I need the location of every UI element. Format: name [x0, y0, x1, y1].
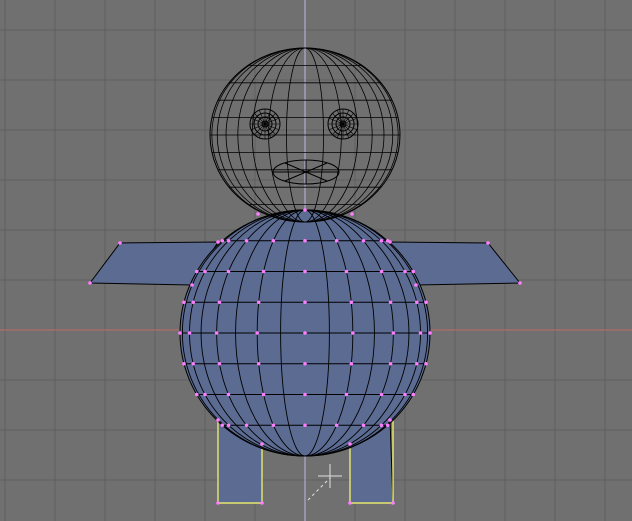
vertex[interactable] — [418, 331, 423, 335]
vertex[interactable] — [385, 423, 390, 428]
vertex[interactable] — [260, 501, 264, 505]
3d-cursor-icon[interactable] — [307, 464, 342, 501]
vertex[interactable] — [379, 238, 384, 243]
vertex[interactable] — [191, 300, 195, 305]
vertex[interactable] — [203, 269, 207, 274]
vertex[interactable] — [391, 331, 396, 335]
vertex[interactable] — [244, 238, 249, 243]
vertex[interactable] — [255, 331, 259, 335]
vertex[interactable] — [220, 238, 225, 243]
vertex[interactable] — [414, 283, 418, 287]
vertex[interactable] — [187, 331, 192, 335]
vertex[interactable] — [388, 418, 392, 422]
vertex[interactable] — [361, 238, 366, 243]
vertex[interactable] — [415, 361, 419, 366]
vertex[interactable] — [261, 269, 266, 274]
vertex[interactable] — [178, 331, 182, 335]
vertex[interactable] — [344, 269, 349, 274]
vertex[interactable] — [424, 300, 428, 305]
vertex[interactable] — [388, 300, 393, 305]
vertex[interactable] — [351, 331, 355, 335]
vertex[interactable] — [203, 392, 207, 397]
vertex[interactable] — [226, 238, 231, 243]
right-eye[interactable] — [327, 108, 359, 140]
3d-viewport[interactable] — [0, 0, 632, 521]
vertex[interactable] — [361, 423, 366, 428]
vertex[interactable] — [344, 392, 349, 397]
vertex[interactable] — [411, 392, 416, 397]
vertex[interactable] — [256, 361, 261, 366]
vertex[interactable] — [303, 208, 307, 212]
vertex[interactable] — [182, 361, 186, 366]
vertex[interactable] — [226, 392, 231, 397]
vertex[interactable] — [303, 300, 307, 305]
vertex[interactable] — [349, 300, 354, 305]
vertex[interactable] — [303, 361, 307, 366]
vertex[interactable] — [220, 423, 225, 428]
vertex[interactable] — [271, 238, 276, 243]
vertex[interactable] — [303, 269, 307, 274]
vertex[interactable] — [424, 361, 428, 366]
vertex[interactable] — [271, 423, 276, 428]
vertex[interactable] — [518, 281, 522, 285]
vertex[interactable] — [261, 392, 266, 397]
vertex[interactable] — [216, 418, 220, 422]
vertex[interactable] — [190, 283, 194, 287]
vertex[interactable] — [303, 331, 307, 335]
vertex[interactable] — [403, 392, 407, 397]
vertex[interactable] — [216, 240, 220, 244]
vertex[interactable] — [349, 361, 354, 366]
vertex[interactable] — [216, 501, 220, 505]
vertex[interactable] — [217, 300, 222, 305]
vertex[interactable] — [217, 361, 222, 366]
vertex[interactable] — [388, 240, 392, 244]
vertex[interactable] — [194, 269, 199, 274]
vertex[interactable] — [303, 238, 307, 243]
vertex[interactable] — [334, 238, 339, 243]
vertex[interactable] — [379, 423, 384, 428]
vertex[interactable] — [256, 300, 261, 305]
vertex[interactable] — [303, 423, 307, 428]
vertex[interactable] — [194, 392, 199, 397]
vertex[interactable] — [226, 423, 231, 428]
vertex[interactable] — [428, 331, 432, 335]
vertex[interactable] — [182, 300, 186, 305]
viewport-canvas[interactable] — [0, 0, 632, 521]
vertex[interactable] — [486, 241, 490, 245]
left-eye[interactable] — [249, 108, 281, 140]
vertex[interactable] — [334, 423, 339, 428]
vertex[interactable] — [348, 501, 352, 505]
vertex[interactable] — [391, 501, 395, 505]
vertex[interactable] — [214, 331, 219, 335]
vertex[interactable] — [379, 269, 384, 274]
vertex[interactable] — [260, 442, 264, 446]
vertex[interactable] — [118, 241, 122, 245]
vertex[interactable] — [350, 212, 354, 216]
vertex[interactable] — [191, 361, 195, 366]
vertex[interactable] — [411, 269, 416, 274]
vertex[interactable] — [88, 281, 92, 285]
eyes-mesh[interactable] — [249, 108, 359, 140]
vertex[interactable] — [388, 361, 393, 366]
vertex[interactable] — [403, 269, 407, 274]
vertex[interactable] — [348, 442, 352, 446]
beak-mesh[interactable] — [272, 159, 340, 185]
vertex[interactable] — [226, 269, 231, 274]
vertex[interactable] — [303, 392, 307, 397]
vertex[interactable] — [256, 212, 260, 216]
vertex[interactable] — [415, 300, 419, 305]
vertex[interactable] — [379, 392, 384, 397]
vertex[interactable] — [244, 423, 249, 428]
